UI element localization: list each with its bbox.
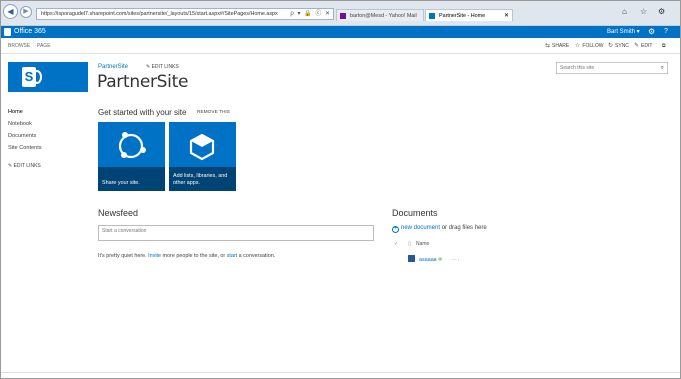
address-icons[interactable]: ρ ▾ 🔒 ⓒ ✕ [290, 9, 331, 19]
more-options-icon[interactable]: ··· [452, 257, 460, 263]
suite-bar: Office 365 Bart Smith ▾ ⚙ ? [0, 26, 681, 38]
plus-icon[interactable]: + [392, 226, 399, 233]
column-name[interactable]: Name [416, 241, 429, 247]
browser-chrome: ◀ ▶ https://isporagudel7.sharepoint.com/… [0, 0, 681, 26]
address-text: https://isporagudel7.sharepoint.com/site… [41, 11, 278, 17]
ribbon: BROWSE PAGE ⇆ SHARE ☆ FOLLOW ↻ SYNC ✎ EDIT ⧉ [0, 38, 681, 54]
favorites-icon[interactable]: ☆ [640, 7, 647, 16]
breadcrumb[interactable]: PartnerSite [98, 64, 128, 70]
quiet-text: a conversation. [237, 253, 276, 259]
search-input[interactable]: Search this site ⌕ [556, 62, 668, 74]
tab-label: barton@Mesd - Yahoo! Mail [350, 13, 417, 19]
tile-label: Add lists, libraries, and other apps. [173, 173, 228, 186]
pencil-icon: ✎ [634, 43, 640, 49]
edit-links-label: EDIT LINKS [13, 163, 41, 169]
share-label: SHARE [552, 43, 570, 49]
sidebar-item-documents[interactable]: Documents [8, 130, 42, 142]
follow-label: FOLLOW [582, 43, 604, 49]
address-bar[interactable]: https://isporagudel7.sharepoint.com/site… [36, 8, 334, 20]
edit-button[interactable]: ✎ EDIT [634, 41, 652, 51]
newsfeed-title: Newsfeed [98, 208, 139, 218]
share-button[interactable]: ⇆ SHARE [545, 41, 569, 51]
follow-button[interactable]: ☆ FOLLOW [575, 41, 604, 51]
new-document: + new document or drag files here [392, 225, 487, 233]
new-badge-icon: ✲ [437, 257, 443, 263]
edit-links-label: EDIT LINKS [151, 64, 179, 70]
checkmark-icon[interactable]: ✓ [394, 241, 398, 247]
focus-icon[interactable]: ⧉ [662, 41, 666, 51]
gear-icon[interactable]: ⚙ [648, 26, 655, 38]
sharepoint-logo-icon: S [22, 67, 36, 87]
divider [0, 372, 681, 373]
search-icon[interactable]: ⌕ [661, 63, 664, 73]
share-icon: ⇆ [545, 43, 551, 49]
quick-launch: Home Notebook Documents Site Contents ✎ … [8, 106, 42, 172]
page-title: PartnerSite [97, 72, 189, 92]
yahoo-icon [340, 13, 346, 19]
edit-label: EDIT [641, 43, 653, 49]
sharepoint-icon [429, 13, 435, 19]
home-icon[interactable]: ⌂ [622, 7, 627, 16]
new-document-link[interactable]: new document [401, 225, 440, 231]
sync-label: SYNC [615, 43, 629, 49]
documents-header: ✓ ▯ Name [394, 241, 429, 247]
file-type-icon: ▯ [408, 241, 411, 247]
edit-links-top[interactable]: ✎ EDIT LINKS [146, 64, 179, 70]
forward-icon[interactable]: ▶ [20, 6, 32, 18]
remove-this-link[interactable]: REMOVE THIS [197, 110, 230, 115]
conversation-input[interactable]: Start a conversation [98, 225, 374, 241]
search-placeholder: Search this site [560, 65, 595, 71]
sync-button[interactable]: ↻ SYNC [608, 41, 629, 51]
tab-partnersite[interactable]: PartnerSite - Home ✕ [425, 9, 513, 21]
start-link[interactable]: start [227, 253, 237, 259]
tab-page[interactable]: PAGE [37, 41, 51, 51]
close-icon[interactable]: ✕ [504, 10, 509, 21]
quiet-text: It's pretty quiet here. [98, 253, 149, 259]
site-logo[interactable]: S [8, 62, 88, 92]
add-app-icon [189, 133, 215, 161]
documents-title: Documents [392, 208, 438, 218]
tile-band [98, 167, 165, 191]
sidebar-item-site-contents[interactable]: Site Contents [8, 142, 42, 154]
drag-hint: or drag files here [440, 225, 487, 231]
share-icon [118, 132, 146, 159]
add-apps-tile[interactable]: Add lists, libraries, and other apps. [169, 122, 236, 191]
newsfeed-empty-message: It's pretty quiet here. Invite more peop… [98, 253, 275, 259]
tab-yahoo-mail[interactable]: barton@Mesd - Yahoo! Mail [336, 9, 424, 21]
office365-brand[interactable]: Office 365 [4, 27, 46, 37]
invite-link[interactable]: Invite [148, 253, 161, 259]
tile-label: Share your site. [102, 180, 140, 186]
sidebar-edit-links[interactable]: ✎ EDIT LINKS [8, 160, 42, 172]
get-started-title: Get started with your site [98, 108, 187, 117]
follow-icon: ☆ [575, 43, 581, 49]
user-menu[interactable]: Bart Smith ▾ [607, 27, 640, 37]
help-icon[interactable]: ? [664, 26, 668, 38]
share-site-tile[interactable]: Share your site. [98, 122, 165, 191]
tab-label: PartnerSite - Home [439, 13, 486, 19]
word-doc-icon [408, 255, 415, 262]
quiet-text: more people to the site, or [161, 253, 227, 259]
conversation-placeholder: Start a conversation [102, 228, 147, 234]
document-name[interactable]: asaaaa [419, 257, 437, 263]
sidebar-item-home[interactable]: Home [8, 106, 42, 118]
sync-icon: ↻ [608, 43, 614, 49]
table-row[interactable]: asaaaa✲ ··· [408, 255, 461, 263]
sidebar-item-notebook[interactable]: Notebook [8, 118, 42, 130]
back-icon[interactable]: ◀ [3, 4, 18, 19]
tab-browse[interactable]: BROWSE [8, 41, 30, 51]
settings-icon[interactable]: ⚙ [658, 7, 665, 16]
